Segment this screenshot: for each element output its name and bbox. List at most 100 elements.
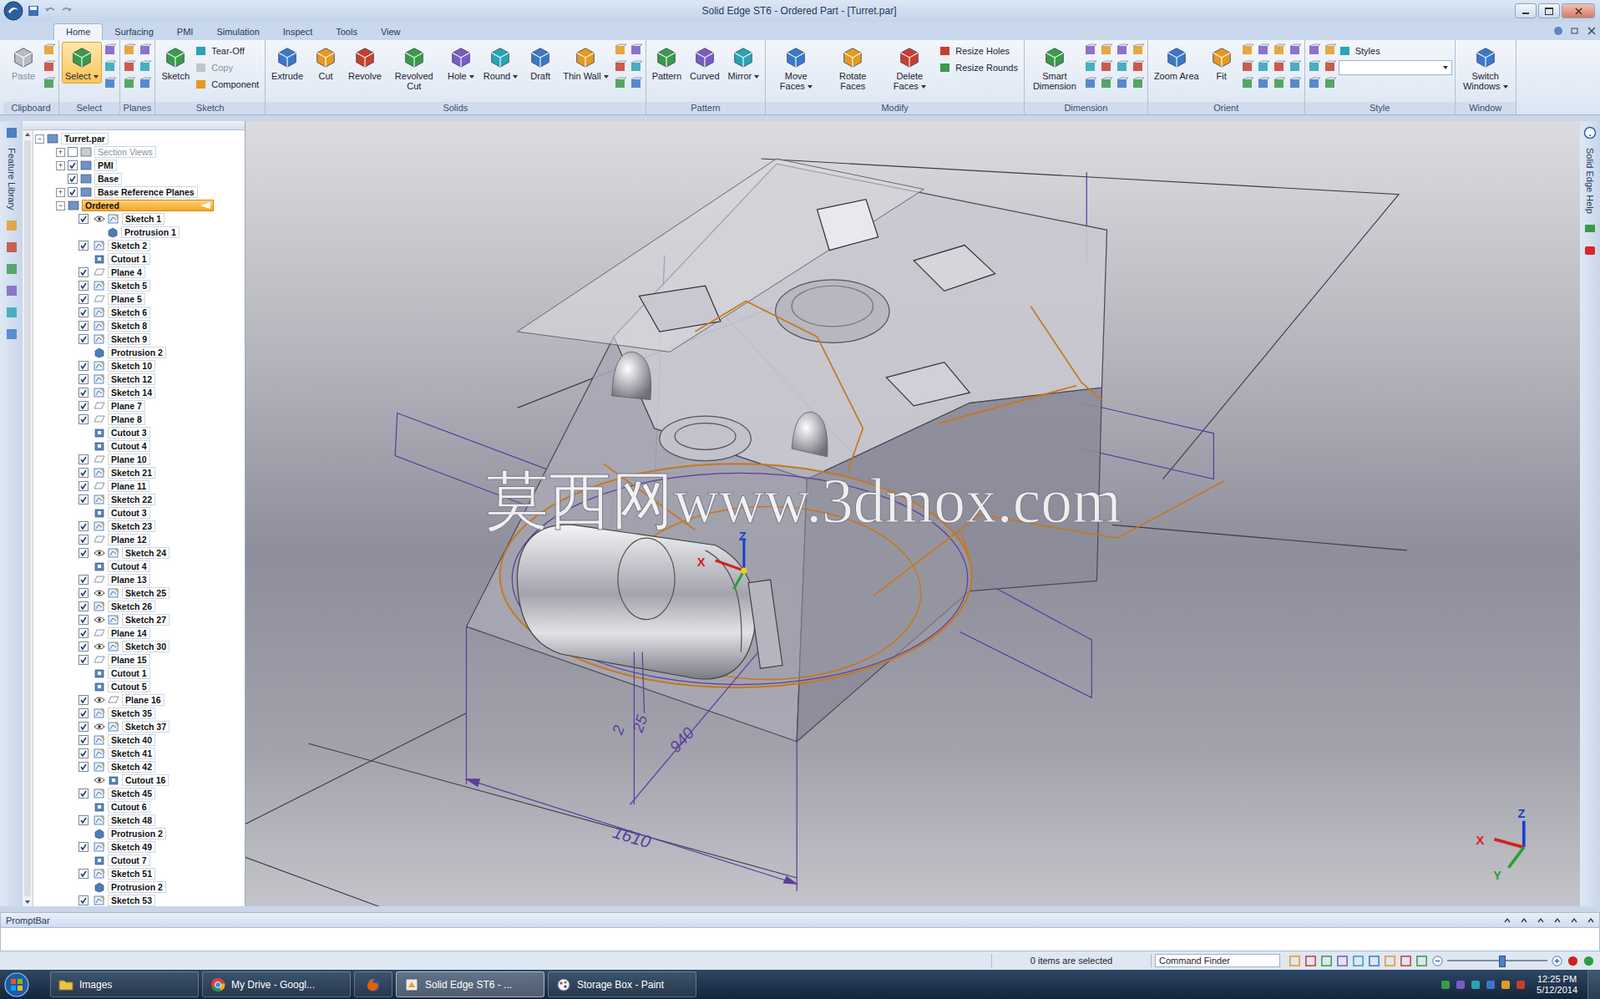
visibility-checkbox[interactable] (78, 374, 89, 385)
ribbon-tab[interactable]: View (369, 24, 413, 41)
visibility-checkbox[interactable] (78, 240, 89, 251)
tree-row[interactable]: Cutout 1 (35, 252, 245, 266)
visibility-checkbox[interactable] (78, 387, 89, 398)
tool-icon[interactable] (103, 43, 117, 57)
scroll-up-icon[interactable] (23, 130, 32, 139)
tree-label[interactable]: Sketch 41 (107, 747, 156, 760)
visibility-checkbox[interactable] (78, 895, 89, 906)
visibility-checkbox[interactable] (78, 547, 89, 558)
dock-tab-icon[interactable] (5, 283, 19, 298)
ribbon-button[interactable]: Move Faces (768, 41, 824, 94)
ribbon-button[interactable]: Delete Faces (881, 41, 937, 94)
ribbon-button[interactable]: Rotate Faces (825, 41, 881, 94)
tool-icon[interactable] (613, 76, 628, 91)
tree-row[interactable]: Sketch 6 (35, 305, 245, 319)
style-combo[interactable] (1338, 60, 1453, 76)
tree-label[interactable]: Sketch 45 (107, 787, 156, 800)
visibility-checkbox[interactable] (78, 574, 89, 585)
clock[interactable]: 12:25 PM5/12/2014 (1529, 973, 1585, 996)
visibility-checkbox[interactable] (78, 454, 89, 465)
tree-row[interactable]: Cutout 5 (35, 679, 245, 694)
tree-row[interactable]: Plane 7 (35, 399, 245, 413)
tree-row[interactable]: Plane 12 (35, 532, 245, 547)
dimension-label[interactable]: 1610 (610, 821, 654, 852)
visibility-checkbox[interactable] (78, 293, 89, 304)
save-icon[interactable] (26, 4, 41, 18)
tree-row[interactable]: Protrusion 2 (35, 880, 245, 894)
visibility-checkbox[interactable] (78, 481, 89, 492)
tree-row[interactable]: Cutout 4 (35, 439, 245, 453)
ribbon-button[interactable]: Pattern (648, 41, 685, 84)
ribbon-button[interactable]: Draft (522, 41, 558, 84)
tree-label[interactable]: Sketch 27 (121, 613, 170, 626)
tree-label[interactable]: Sketch 6 (107, 306, 151, 319)
tree-label[interactable]: Sketch 8 (107, 319, 151, 332)
tree-row[interactable]: Sketch 14 (35, 385, 245, 400)
ribbon-small-button[interactable]: Styles (1338, 43, 1453, 59)
tool-icon[interactable] (1323, 60, 1337, 74)
tool-icon[interactable] (1083, 60, 1098, 74)
visibility-checkbox[interactable] (78, 815, 89, 826)
tool-icon[interactable] (1307, 43, 1322, 57)
visibility-checkbox[interactable] (78, 788, 89, 799)
video-icon[interactable] (1583, 243, 1597, 258)
taskbar-button[interactable]: Solid Edge ST6 - ... (395, 971, 545, 998)
tree-label[interactable]: Cutout 4 (107, 560, 151, 573)
tool-icon[interactable] (1083, 43, 1098, 57)
taskbar-button[interactable] (354, 971, 393, 998)
tree-label[interactable]: Plane 13 (107, 573, 151, 586)
zoom-in-icon[interactable] (1550, 954, 1564, 968)
prompt-bar-control-icon[interactable] (1502, 915, 1513, 926)
tool-icon[interactable] (1115, 76, 1130, 91)
visibility-checkbox[interactable] (78, 467, 89, 478)
tree-label[interactable]: Cutout 1 (107, 253, 151, 265)
tree-row[interactable]: Sketch 8 (35, 318, 245, 333)
tool-icon[interactable] (629, 60, 644, 74)
ribbon-button[interactable]: Zoom Area (1150, 41, 1203, 84)
tool-icon[interactable] (42, 76, 56, 91)
tree-row[interactable]: Plane 11 (35, 479, 245, 493)
pathfinder-scrollbar[interactable] (22, 130, 34, 907)
tree-label[interactable]: Plane 7 (107, 400, 146, 412)
redo-icon[interactable] (60, 4, 74, 18)
visibility-checkbox[interactable] (78, 708, 89, 719)
visibility-checkbox[interactable] (78, 334, 89, 345)
ribbon-button[interactable]: Revolve (344, 41, 385, 84)
visibility-checkbox[interactable] (78, 414, 89, 425)
show-desktop-button[interactable] (1587, 969, 1600, 999)
tree-row[interactable]: Cutout 3 (35, 425, 245, 440)
tree-label[interactable]: Sketch 5 (107, 279, 151, 292)
tree-row[interactable]: Sketch 51 (35, 866, 245, 881)
eye-icon[interactable] (93, 642, 106, 651)
tool-icon[interactable] (613, 60, 628, 74)
visibility-checkbox[interactable] (67, 146, 78, 157)
dimension-label[interactable]: 25 (628, 712, 652, 736)
ribbon-button[interactable]: Select (61, 41, 102, 84)
ribbon-button[interactable]: Sketch (157, 41, 193, 84)
tree-label[interactable]: Base (94, 172, 122, 185)
tree-row[interactable]: Plane 14 (35, 626, 245, 640)
taskbar-button[interactable]: Storage Box - Paint (547, 971, 697, 998)
tool-icon[interactable] (1240, 76, 1255, 91)
tree-row[interactable]: Protrusion 2 (35, 826, 245, 841)
ribbon-button[interactable]: Round (480, 41, 522, 84)
tree-row[interactable]: Sketch 49 (35, 840, 245, 854)
tree-row[interactable]: Plane 4 (35, 265, 245, 279)
tree-row[interactable]: −Ordered (35, 198, 245, 213)
visibility-checkbox[interactable] (78, 307, 89, 318)
taskbar-button[interactable]: Images (50, 971, 199, 998)
tool-icon[interactable] (1099, 43, 1114, 57)
tree-label[interactable]: Plane 12 (107, 533, 151, 546)
tree-row[interactable]: Sketch 5 (35, 278, 245, 293)
restore-icon[interactable] (1569, 25, 1580, 36)
feature-library-tab[interactable]: Feature Library (6, 147, 17, 211)
tree-row[interactable]: Sketch 26 (35, 599, 245, 613)
tree-row[interactable]: Protrusion 2 (35, 345, 245, 360)
tool-icon[interactable] (138, 76, 152, 91)
visibility-checkbox[interactable] (78, 601, 89, 612)
tree-row[interactable]: Sketch 27 (35, 612, 245, 627)
view-tool-icon[interactable] (1304, 954, 1317, 968)
tree-row[interactable]: Sketch 1 (35, 212, 245, 226)
tree-row[interactable]: Sketch 22 (35, 492, 245, 507)
tree-label[interactable]: Plane 5 (107, 293, 146, 305)
